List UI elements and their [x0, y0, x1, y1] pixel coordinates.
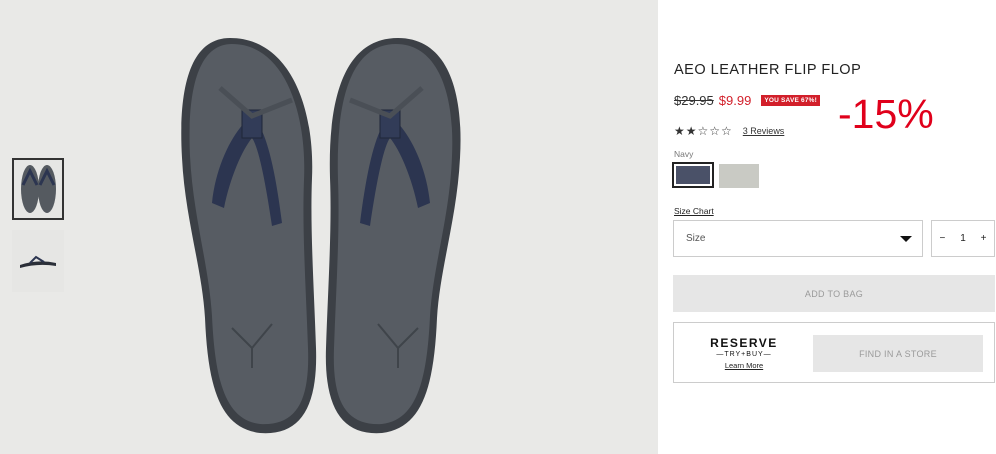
reserve-logo: RESERVE —TRY+BUY— Learn More [708, 336, 780, 370]
rating-row: ★★☆☆☆ 3 Reviews [674, 124, 784, 138]
size-select-placeholder: Size [686, 233, 706, 244]
star-rating-icon: ★★☆☆☆ [674, 124, 733, 138]
quantity-stepper: − 1 + [931, 220, 995, 257]
size-select[interactable]: Size [673, 220, 923, 257]
product-details-panel: AEO LEATHER FLIP FLOP $29.95 $9.99 YOU S… [658, 0, 996, 454]
color-swatch-gray[interactable] [719, 164, 759, 188]
color-label: Navy [674, 149, 694, 159]
thumbnail-list [12, 158, 66, 302]
quantity-increase-button[interactable]: + [981, 233, 987, 244]
product-gallery [0, 0, 658, 454]
sale-price: $9.99 [718, 93, 752, 108]
quantity-value[interactable]: 1 [960, 233, 966, 244]
price-row: $29.95 $9.99 YOU SAVE 67%! [674, 93, 821, 108]
thumbnail-side-view[interactable] [12, 230, 64, 292]
reviews-link[interactable]: 3 Reviews [743, 126, 785, 136]
reserve-title: RESERVE [710, 336, 778, 350]
thumbnail-top-view[interactable] [12, 158, 64, 220]
size-chart-link[interactable]: Size Chart [674, 206, 714, 216]
reserve-panel: RESERVE —TRY+BUY— Learn More FIND IN A S… [673, 322, 995, 383]
reserve-subtitle: —TRY+BUY— [716, 351, 772, 358]
sandal-thumbnail-image [21, 165, 56, 213]
savings-badge: YOU SAVE 67%! [761, 95, 821, 106]
product-main-image [181, 38, 461, 434]
chevron-down-icon [900, 235, 912, 242]
product-title: AEO LEATHER FLIP FLOP [674, 62, 862, 78]
sandal-side-thumbnail-image [20, 255, 56, 268]
find-in-store-button[interactable]: FIND IN A STORE [813, 335, 983, 372]
learn-more-link[interactable]: Learn More [708, 361, 780, 370]
discount-overlay: -15% [838, 91, 934, 137]
add-to-bag-button[interactable]: ADD TO BAG [673, 275, 995, 312]
original-price: $29.95 [674, 93, 714, 108]
color-swatch-navy[interactable] [672, 162, 714, 188]
quantity-decrease-button[interactable]: − [939, 233, 945, 244]
